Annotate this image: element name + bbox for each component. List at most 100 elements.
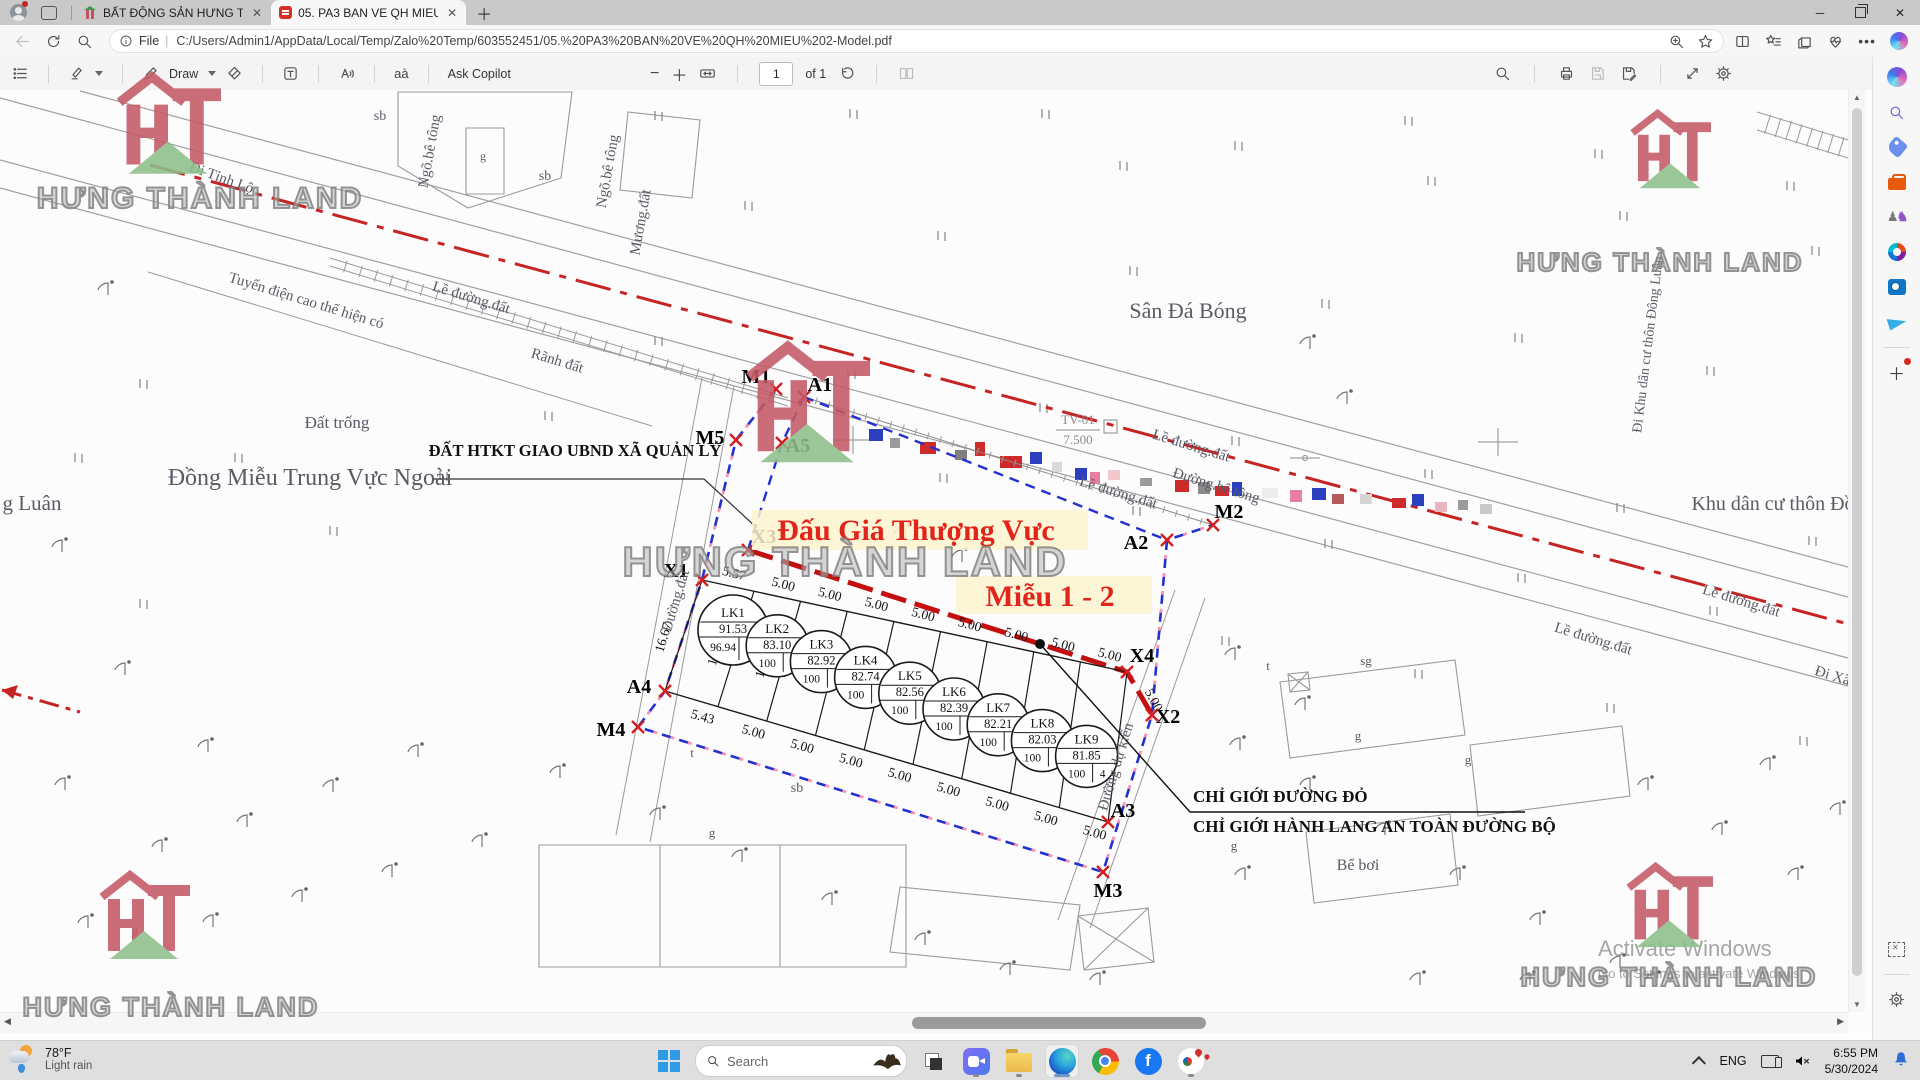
tab-actions-icon[interactable] [41, 6, 57, 20]
facebook-app-icon[interactable]: f [1131, 1044, 1165, 1078]
chevron-down-icon[interactable] [208, 71, 216, 76]
vertical-scroll-thumb[interactable] [1852, 108, 1862, 976]
eraser-icon[interactable] [226, 65, 243, 82]
send-plane-icon[interactable] [1885, 310, 1909, 334]
minimize-button[interactable]: ─ [1800, 0, 1840, 25]
restore-button[interactable] [1840, 0, 1880, 25]
tab-pdf-active[interactable]: 05. PA3 BAN VE QH MIEU 2-Mod ✕ [271, 0, 466, 25]
rotate-icon[interactable] [838, 65, 855, 82]
translate-icon[interactable]: aà [394, 66, 408, 81]
split-screen-icon[interactable] [1734, 33, 1751, 50]
scroll-up-icon[interactable]: ▲ [1849, 93, 1865, 102]
chrome-app-icon[interactable] [1088, 1044, 1122, 1078]
browser-pins-app-icon[interactable] [1174, 1044, 1208, 1078]
tools-icon[interactable] [1885, 170, 1909, 194]
weather-condition: Light rain [45, 1060, 92, 1072]
shopping-icon[interactable] [1885, 135, 1909, 159]
clock[interactable]: 6:55 PM 5/30/2024 [1825, 1045, 1878, 1077]
scroll-left-icon[interactable]: ◀ [4, 1016, 11, 1027]
two-page-view-icon[interactable] [898, 65, 915, 82]
ask-copilot-button[interactable]: Ask Copilot [448, 67, 511, 81]
horizontal-scrollbar[interactable]: ◀ ▶ [0, 1012, 1848, 1033]
favorite-star-icon[interactable] [1697, 33, 1714, 50]
back-icon[interactable] [14, 33, 31, 50]
edge-app-icon[interactable] [1045, 1044, 1079, 1078]
collections-icon[interactable] [1796, 33, 1813, 50]
pdf-settings-gear-icon[interactable] [1715, 65, 1732, 82]
print-icon[interactable] [1558, 65, 1575, 82]
save-as-icon[interactable] [1620, 65, 1637, 82]
tree-symbol [1650, 775, 1654, 779]
close-tab-icon[interactable]: ✕ [444, 6, 460, 20]
sidebar-search-icon[interactable] [1885, 100, 1909, 124]
taskbar-search-box[interactable]: Search [695, 1045, 907, 1077]
outlook-icon[interactable] [1885, 275, 1909, 299]
copilot-icon[interactable] [1890, 32, 1908, 50]
horizontal-scroll-thumb[interactable] [912, 1017, 1206, 1029]
lot-top-dimension: 5.00 [770, 574, 797, 595]
start-button[interactable] [652, 1044, 686, 1078]
address-scheme: File [139, 34, 159, 48]
map-label: Ngõ.bê tông [416, 113, 445, 189]
weather-widget[interactable]: 78°F Light rain [8, 1044, 92, 1074]
close-tab-icon[interactable]: ✕ [249, 6, 265, 20]
address-bar[interactable]: File | C:/Users/Admin1/AppData/Local/Tem… [109, 29, 1724, 53]
vertical-scrollbar[interactable]: ▲ ▼ [1848, 90, 1865, 1012]
sidebar-settings-gear-icon[interactable] [1885, 987, 1909, 1011]
tray-expand-chevron[interactable] [1691, 1056, 1705, 1070]
settings-more-icon[interactable]: ••• [1858, 33, 1876, 49]
chevron-down-icon[interactable] [95, 71, 103, 76]
read-aloud-icon[interactable] [338, 65, 355, 82]
zalo-app-icon[interactable] [959, 1044, 993, 1078]
new-tab-button[interactable]: ＋ [476, 1, 492, 25]
tab-title: 05. PA3 BAN VE QH MIEU 2-Mod [298, 6, 438, 20]
draw-pen-icon[interactable] [142, 65, 159, 82]
volume-muted-icon[interactable] [1793, 1052, 1811, 1070]
map-label: Ngõ.bê tông [594, 133, 623, 209]
info-icon[interactable] [119, 34, 133, 48]
map-label: g Luân [3, 491, 62, 515]
map-label: g [480, 149, 486, 163]
page-input[interactable] [759, 62, 793, 86]
task-view-button[interactable] [916, 1044, 950, 1078]
fit-width-icon[interactable] [699, 65, 716, 82]
map-line [330, 258, 788, 398]
tab-hung-thanh[interactable]: BẤT ĐỘNG SẢN HƯNG THÀNH ✕ [76, 0, 271, 25]
zoom-page-icon[interactable] [1668, 33, 1685, 50]
highlighter-icon[interactable] [68, 65, 85, 82]
search-highlight-bird-image[interactable] [872, 1050, 902, 1072]
tree-symbol [662, 805, 666, 809]
language-indicator[interactable]: ENG [1720, 1054, 1747, 1068]
lot-value-left: 100 [980, 737, 998, 749]
scroll-right-icon[interactable]: ▶ [1837, 1016, 1844, 1027]
toc-icon[interactable] [12, 65, 29, 82]
tree-symbol [1462, 865, 1466, 869]
add-text-icon[interactable] [282, 65, 299, 82]
customize-sidebar-button[interactable]: ＋ [1885, 360, 1909, 384]
lot-area: 83.10 [763, 638, 791, 652]
save-icon[interactable] [1589, 65, 1606, 82]
scroll-down-icon[interactable]: ▼ [1849, 1000, 1865, 1009]
screenshot-icon[interactable] [1885, 937, 1909, 961]
map-label: Lề đường.đất [1150, 427, 1232, 466]
notifications-bell-icon[interactable] [1892, 1050, 1910, 1073]
zoom-out-button[interactable]: − [650, 65, 659, 83]
browser-essentials-icon[interactable] [1827, 33, 1844, 50]
tree-symbol [1622, 953, 1626, 957]
lot-value-left: 100 [803, 674, 821, 686]
draw-button[interactable]: Draw [169, 67, 198, 81]
zoom-in-button[interactable]: ＋ [671, 62, 687, 86]
fullscreen-icon[interactable] [1684, 65, 1701, 82]
m365-icon[interactable] [1885, 240, 1909, 264]
refresh-icon[interactable] [45, 33, 62, 50]
favorites-icon[interactable] [1765, 33, 1782, 50]
search-icon[interactable] [76, 33, 93, 50]
lot-name: LK4 [854, 652, 878, 667]
file-explorer-icon[interactable] [1002, 1044, 1036, 1078]
close-window-button[interactable]: ✕ [1880, 0, 1920, 25]
network-display-icon[interactable] [1761, 1055, 1779, 1068]
search-document-icon[interactable] [1494, 65, 1511, 82]
auction-subtitle: Miễu 1 - 2 [985, 580, 1114, 613]
copilot-sidebar-icon[interactable] [1885, 65, 1909, 89]
games-icon[interactable]: ♟♞ [1885, 205, 1909, 229]
